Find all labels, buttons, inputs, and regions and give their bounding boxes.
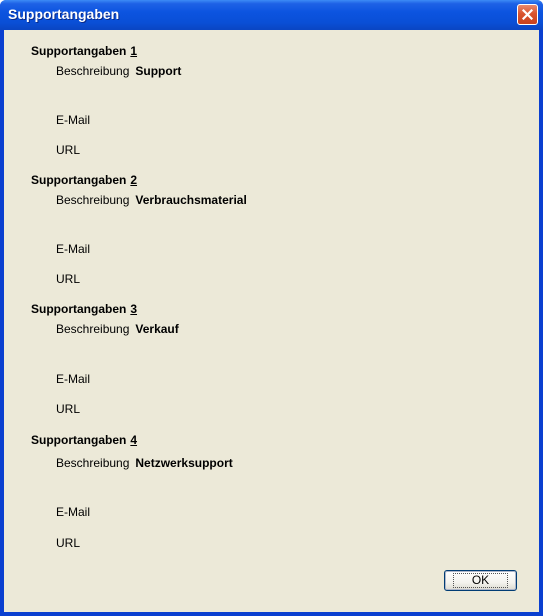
window-title: Supportangaben: [8, 6, 120, 22]
description-row-1: Beschreibung Support: [56, 64, 181, 78]
email-label: E-Mail: [56, 505, 91, 519]
section-title: Supportangaben: [31, 44, 127, 58]
description-value: Support: [135, 64, 182, 78]
email-row-4: E-Mail: [56, 505, 90, 519]
description-label: Beschreibung: [56, 64, 130, 78]
section-header-4: Supportangaben 4: [31, 433, 137, 447]
dialog-window: Supportangaben Supportangaben 1 Beschreib…: [0, 0, 543, 616]
description-row-4: Beschreibung Netzwerksupport: [56, 456, 233, 470]
ok-button[interactable]: OK: [444, 570, 517, 591]
dialog-client-area: Supportangaben 1 Beschreibung Support E-Ma…: [4, 30, 539, 612]
url-label: URL: [56, 272, 81, 286]
description-label: Beschreibung: [56, 193, 130, 207]
email-row-3: E-Mail: [56, 372, 90, 386]
section-number: 2: [130, 173, 138, 187]
close-button[interactable]: [517, 4, 538, 25]
description-value: Verbrauchsmaterial: [135, 193, 247, 207]
section-header-1: Supportangaben 1: [31, 44, 137, 58]
section-title: Supportangaben: [31, 433, 127, 447]
description-label: Beschreibung: [56, 322, 130, 336]
title-bar[interactable]: Supportangaben: [0, 0, 543, 30]
description-value: Verkauf: [135, 322, 179, 336]
section-number: 3: [130, 302, 138, 316]
email-row-1: E-Mail: [56, 113, 90, 127]
url-row-4: URL: [56, 536, 80, 550]
email-label: E-Mail: [56, 113, 91, 127]
email-label: E-Mail: [56, 372, 91, 386]
url-row-2: URL: [56, 272, 80, 286]
section-header-2: Supportangaben 2: [31, 173, 137, 187]
ok-button-label: OK: [452, 573, 509, 588]
url-label: URL: [56, 143, 81, 157]
url-row-3: URL: [56, 402, 80, 416]
email-label: E-Mail: [56, 242, 91, 256]
description-row-2: Beschreibung Verbrauchsmaterial: [56, 193, 247, 207]
url-label: URL: [56, 536, 81, 550]
url-row-1: URL: [56, 143, 80, 157]
description-label: Beschreibung: [56, 456, 130, 470]
section-number: 1: [130, 44, 138, 58]
section-number: 4: [130, 433, 138, 447]
url-label: URL: [56, 402, 81, 416]
close-icon: [522, 9, 533, 20]
description-value: Netzwerksupport: [135, 456, 233, 470]
description-row-3: Beschreibung Verkauf: [56, 322, 179, 336]
section-title: Supportangaben: [31, 173, 127, 187]
email-row-2: E-Mail: [56, 242, 90, 256]
section-title: Supportangaben: [31, 302, 127, 316]
section-header-3: Supportangaben 3: [31, 302, 137, 316]
